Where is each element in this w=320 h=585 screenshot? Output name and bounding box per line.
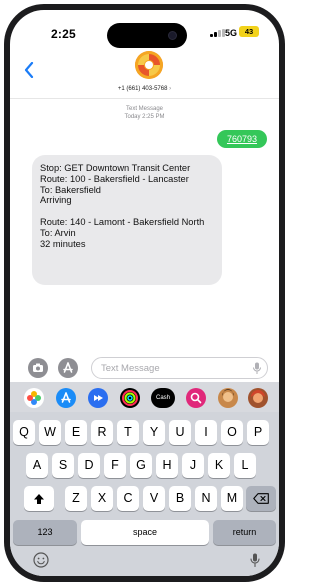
key-q[interactable]: Q	[13, 420, 35, 445]
key-x[interactable]: X	[91, 486, 113, 511]
key-z[interactable]: Z	[65, 486, 87, 511]
front-camera-icon	[168, 31, 177, 40]
contact-name[interactable]: +1 (661) 403-5768 ›	[10, 86, 279, 92]
key-m[interactable]: M	[221, 486, 243, 511]
delete-key[interactable]	[246, 486, 276, 511]
contact-chevron-icon: ›	[169, 86, 172, 92]
messages-screen: 2:25 5G 43 +1 (661) 403-5768 › Text Mess…	[10, 10, 279, 576]
return-key[interactable]: return	[213, 520, 276, 545]
contact-number: +1 (661) 403-5768	[117, 86, 168, 92]
key-b[interactable]: B	[169, 486, 191, 511]
key-s[interactable]: S	[52, 453, 74, 478]
numbers-key[interactable]: 123	[13, 520, 77, 545]
key-e[interactable]: E	[65, 420, 87, 445]
key-c[interactable]: C	[117, 486, 139, 511]
key-o[interactable]: O	[221, 420, 243, 445]
key-p[interactable]: P	[247, 420, 269, 445]
clips-icon[interactable]	[88, 388, 108, 408]
header-divider	[10, 98, 279, 99]
message-input[interactable]	[91, 357, 268, 379]
key-u[interactable]: U	[169, 420, 191, 445]
outgoing-message-bubble[interactable]: 760793	[217, 130, 267, 148]
network-type: 5G	[225, 28, 238, 38]
key-a[interactable]: A	[26, 453, 48, 478]
status-time: 2:25	[51, 27, 76, 41]
app-store-icon	[63, 362, 73, 373]
back-button[interactable]	[24, 60, 34, 82]
microphone-icon[interactable]	[252, 362, 262, 375]
status-bar: 2:25 5G 43	[10, 10, 279, 50]
key-k[interactable]: K	[208, 453, 230, 478]
shift-arrow-icon	[34, 494, 44, 504]
imessage-app-strip: Cash	[10, 382, 279, 412]
space-key[interactable]: space	[81, 520, 209, 545]
key-r[interactable]: R	[91, 420, 113, 445]
key-y[interactable]: Y	[143, 420, 165, 445]
key-d[interactable]: D	[78, 453, 100, 478]
key-w[interactable]: W	[39, 420, 61, 445]
memoji-icon[interactable]	[248, 388, 268, 408]
key-i[interactable]: I	[195, 420, 217, 445]
delete-backspace-icon	[253, 493, 269, 504]
chevron-left-icon	[24, 61, 34, 79]
key-l[interactable]: L	[234, 453, 256, 478]
key-g[interactable]: G	[130, 453, 152, 478]
key-v[interactable]: V	[143, 486, 165, 511]
key-f[interactable]: F	[104, 453, 126, 478]
key-n[interactable]: N	[195, 486, 217, 511]
dictation-microphone-icon[interactable]	[250, 553, 260, 567]
search-icon[interactable]	[186, 388, 206, 408]
shift-key[interactable]	[24, 486, 54, 511]
contact-avatar[interactable]	[135, 51, 163, 79]
memoji-icon[interactable]	[218, 388, 238, 408]
app-store-icon[interactable]	[56, 388, 76, 408]
camera-icon	[33, 363, 43, 372]
apple-cash-icon[interactable]: Cash	[151, 388, 175, 408]
camera-button[interactable]	[28, 358, 48, 378]
message-timestamp: Text Message Today 2:25 PM	[10, 105, 279, 121]
message-time-label: Today 2:25 PM	[124, 114, 165, 120]
key-t[interactable]: T	[117, 420, 139, 445]
battery-badge: 43	[239, 26, 259, 37]
message-type-label: Text Message	[125, 106, 164, 112]
emoji-icon[interactable]	[33, 552, 49, 568]
transit-logo-icon	[135, 51, 163, 79]
fitness-icon[interactable]	[120, 388, 140, 408]
keyboard: Q W E R T Y U I O P A S D F G H J K L Z …	[10, 412, 279, 576]
incoming-message-bubble[interactable]: Stop: GET Downtown Transit Center Route:…	[32, 155, 222, 285]
photos-icon[interactable]	[24, 388, 44, 408]
app-store-button[interactable]	[58, 358, 78, 378]
dynamic-island	[107, 23, 187, 48]
key-h[interactable]: H	[156, 453, 178, 478]
key-j[interactable]: J	[182, 453, 204, 478]
signal-strength-icon	[210, 29, 226, 37]
apple-cash-label: Cash	[155, 395, 170, 401]
